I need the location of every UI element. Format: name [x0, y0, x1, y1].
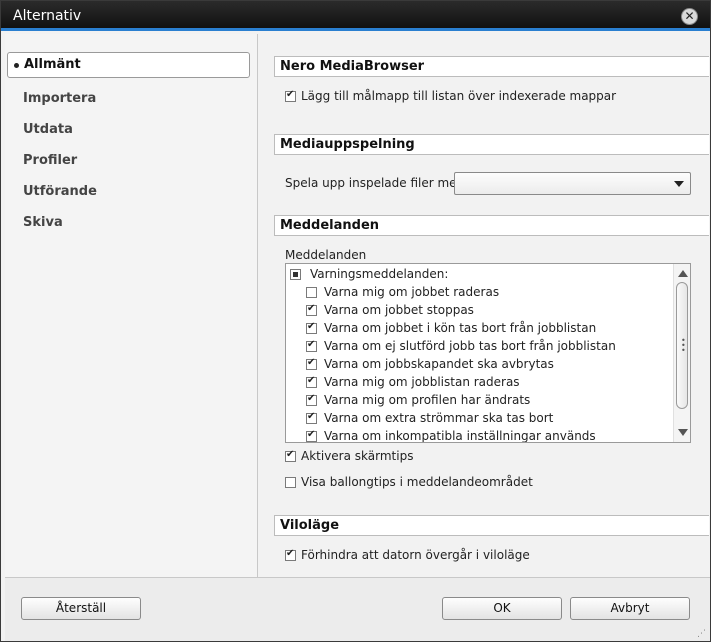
sidebar-item-label: Utförande: [23, 184, 97, 199]
warning-label: Varna om inkompatibla inställningar anvä…: [324, 429, 596, 443]
sidebar-item-profiler[interactable]: Profiler: [23, 150, 77, 172]
warnings-group-checkbox[interactable]: [290, 269, 301, 280]
list-scrollbar[interactable]: • • •: [673, 264, 690, 442]
title-bar: Alternativ ✕: [1, 1, 710, 31]
options-dialog: Alternativ ✕ Allmänt Importera Utdata Pr…: [0, 0, 711, 642]
dialog-footer: Återställ OK Avbryt ⋰: [5, 577, 710, 641]
playback-player-select[interactable]: [454, 172, 691, 195]
sidebar-item-label: Allmänt: [24, 57, 81, 72]
resize-grip-icon[interactable]: ⋰: [697, 630, 706, 639]
balloon-tips-checkbox[interactable]: [285, 477, 296, 488]
prevent-sleep-label: Förhindra att datorn övergår i viloläge: [301, 548, 530, 562]
section-header-playback: Mediauppspelning: [274, 134, 709, 155]
warning-checkbox[interactable]: [306, 321, 317, 334]
sidebar-item-importera[interactable]: Importera: [23, 88, 96, 110]
sidebar-item-skiva[interactable]: Skiva: [23, 212, 63, 234]
index-folders-checkbox[interactable]: [285, 89, 296, 102]
warning-label: Varna mig om jobbet raderas: [324, 285, 500, 299]
warning-label: Varna om jobbet stoppas: [324, 303, 474, 317]
warning-label: Varna om jobbskapandet ska avbrytas: [324, 357, 554, 371]
warnings-group-label: Varningsmeddelanden:: [310, 267, 449, 281]
reset-button[interactable]: Återställ: [21, 597, 141, 620]
warning-checkbox[interactable]: [306, 287, 317, 298]
sidebar-item-utdata[interactable]: Utdata: [23, 119, 73, 141]
cancel-button[interactable]: Avbryt: [570, 597, 690, 620]
sidebar-item-label: Skiva: [23, 215, 63, 230]
sidebar: Allmänt Importera Utdata Profiler Utföra…: [5, 34, 258, 577]
playback-field-label: Spela upp inspelade filer med:: [285, 176, 469, 190]
warning-checkbox[interactable]: [306, 303, 317, 316]
sidebar-item-allmant[interactable]: Allmänt: [7, 52, 250, 78]
ok-button[interactable]: OK: [442, 597, 562, 620]
balloon-tips-label: Visa ballongtips i meddelandeområdet: [301, 475, 533, 489]
scroll-down-icon[interactable]: [678, 429, 688, 436]
section-header-notifications: Meddelanden: [274, 215, 709, 236]
sidebar-item-label: Utdata: [23, 122, 73, 137]
settings-panel: Nero MediaBrowser Lägg till målmapp till…: [259, 34, 709, 577]
grip-icon: • • •: [681, 336, 686, 355]
warning-label: Varna mig om profilen har ändrats: [324, 393, 531, 407]
section-header-mediabrowser: Nero MediaBrowser: [274, 56, 709, 77]
warning-checkbox[interactable]: [306, 375, 317, 388]
warning-label: Varna om jobbet i kön tas bort från jobb…: [324, 321, 597, 335]
warning-checkbox[interactable]: [306, 357, 317, 370]
chevron-down-icon: [674, 181, 684, 187]
warning-checkbox[interactable]: [306, 411, 317, 424]
warning-label: Varna om extra strömmar ska tas bort: [324, 411, 554, 425]
notifications-list-label: Meddelanden: [285, 248, 367, 262]
warning-checkbox[interactable]: [306, 393, 317, 406]
scroll-thumb[interactable]: • • •: [676, 282, 688, 409]
selected-bullet-icon: [14, 63, 19, 68]
sidebar-item-utforande[interactable]: Utförande: [23, 181, 97, 203]
screen-tips-label: Aktivera skärmtips: [301, 449, 414, 463]
warning-checkbox[interactable]: [306, 339, 317, 352]
close-button[interactable]: ✕: [681, 8, 698, 25]
warnings-list[interactable]: Varningsmeddelanden: Varna mig om jobbet…: [285, 263, 691, 443]
warning-checkbox[interactable]: [306, 429, 317, 442]
prevent-sleep-checkbox[interactable]: [285, 548, 296, 561]
section-header-sleep: Viloläge: [274, 515, 709, 536]
sidebar-item-label: Importera: [23, 91, 97, 106]
scroll-up-icon[interactable]: [678, 270, 688, 277]
warning-label: Varna om ej slutförd jobb tas bort från …: [324, 339, 616, 353]
warning-label: Varna mig om jobblistan raderas: [324, 375, 520, 389]
index-folders-label: Lägg till målmapp till listan över index…: [301, 89, 617, 103]
close-icon: ✕: [684, 9, 695, 23]
sidebar-item-label: Profiler: [23, 153, 78, 168]
screen-tips-checkbox[interactable]: [285, 449, 296, 462]
window-title: Alternativ: [13, 8, 82, 24]
